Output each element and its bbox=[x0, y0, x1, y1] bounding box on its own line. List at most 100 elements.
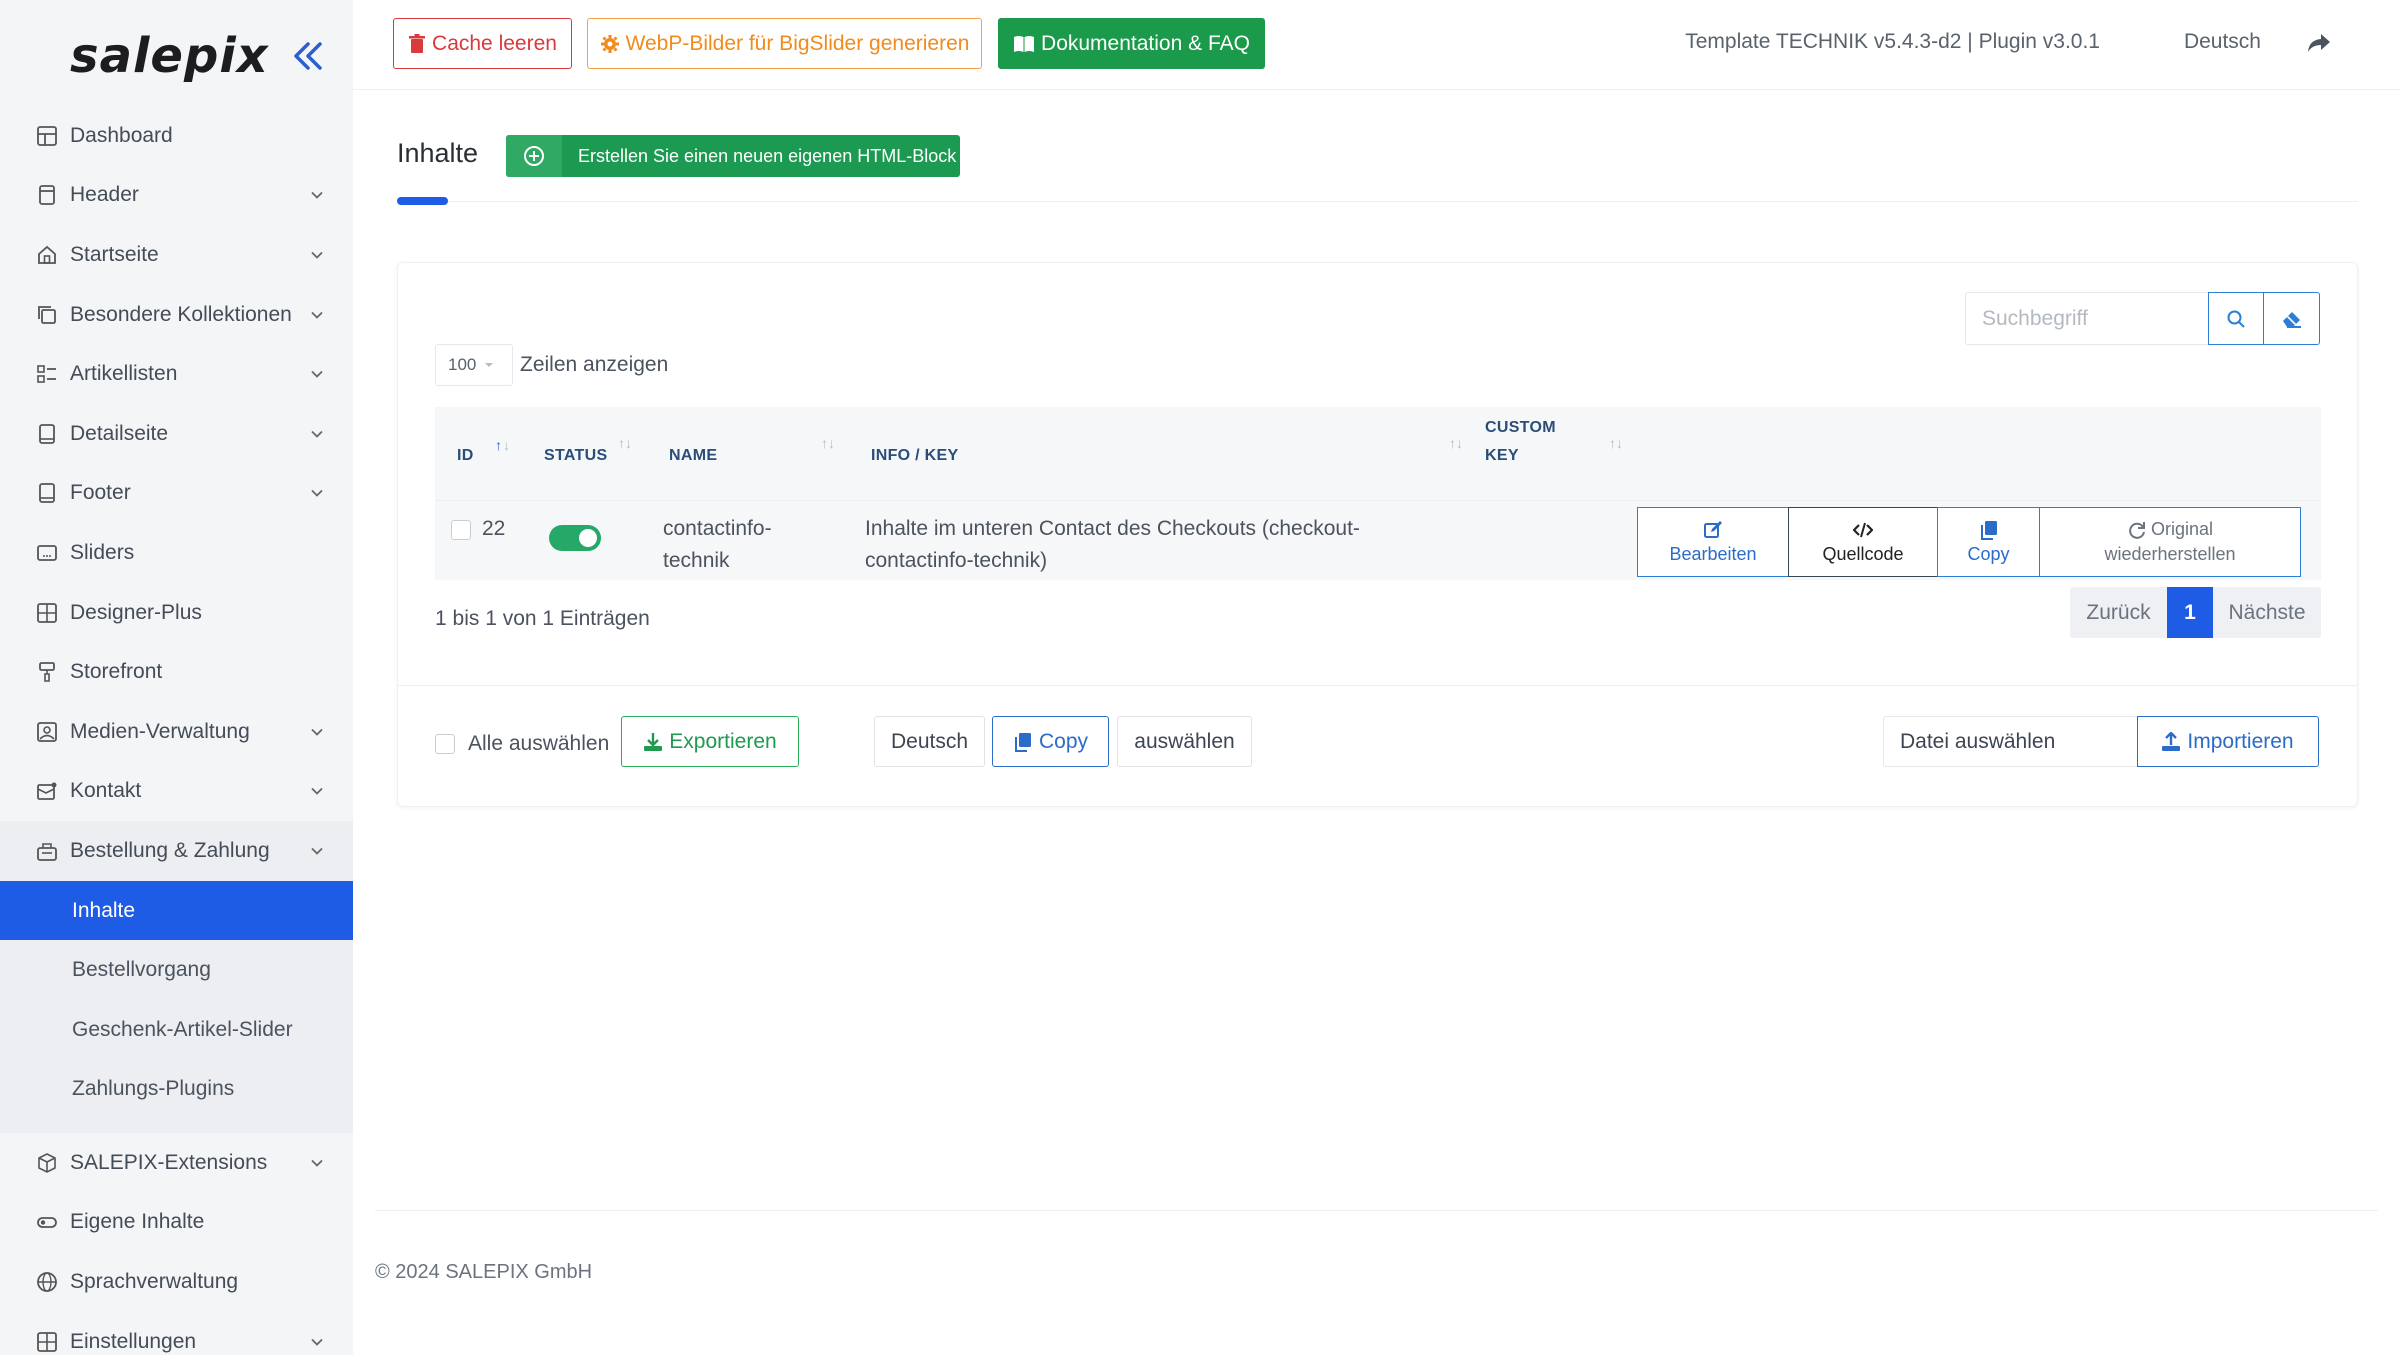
sidebar-item-label: Storefront bbox=[70, 660, 163, 684]
table-header: ID ↑ ↓ STATUS ↑↓ NAME ↑↓ INFO / KEY ↑↓ C… bbox=[435, 407, 2321, 500]
page-length-select[interactable]: 100 bbox=[435, 344, 513, 386]
sidebar-item-eigene-inhalte[interactable]: Eigene Inhalte bbox=[0, 1193, 353, 1253]
copy-icon bbox=[1980, 520, 1997, 540]
page-title: Inhalte bbox=[397, 138, 479, 168]
documentation-button[interactable]: Dokumentation & FAQ bbox=[998, 18, 1265, 69]
search-input[interactable]: Suchbegriff bbox=[1965, 292, 2208, 345]
sidebar-subitem-inhalte[interactable]: Inhalte bbox=[0, 880, 353, 941]
restore-line1-wrap: Original bbox=[2127, 519, 2213, 540]
collapse-sidebar-icon[interactable] bbox=[288, 36, 328, 76]
create-html-block-label: Erstellen Sie einen neuen eigenen HTML-B… bbox=[578, 145, 957, 166]
language-button[interactable]: Deutsch bbox=[874, 716, 985, 767]
sidebar-item-einstellungen[interactable]: Einstellungen bbox=[0, 1312, 353, 1355]
toggle-icon bbox=[36, 1211, 58, 1233]
choose-language-button[interactable]: auswählen bbox=[1117, 716, 1252, 767]
status-toggle[interactable] bbox=[549, 525, 601, 551]
list-icon bbox=[36, 363, 58, 385]
export-button[interactable]: Exportieren bbox=[621, 716, 799, 767]
chevron-down-icon bbox=[311, 490, 323, 498]
upload-icon bbox=[2162, 731, 2181, 751]
footer-divider bbox=[375, 1210, 2378, 1211]
sidebar-item-footer[interactable]: Footer bbox=[0, 464, 353, 524]
edit-button[interactable]: Bearbeiten bbox=[1636, 507, 1790, 577]
code-icon bbox=[1853, 522, 1873, 537]
column-header-custom-key-line1[interactable]: CUSTOM bbox=[1485, 419, 1556, 437]
search-icon bbox=[2227, 310, 2245, 328]
sidebar-item-label: Medien-Verwaltung bbox=[70, 719, 250, 743]
pagination-prev[interactable]: Zurück bbox=[2070, 587, 2167, 638]
pagination-next[interactable]: Nächste bbox=[2213, 587, 2321, 638]
sidebar-subitem-bestellvorgang[interactable]: Bestellvorgang bbox=[0, 940, 353, 1000]
clear-cache-button[interactable]: Cache leeren bbox=[393, 18, 572, 69]
book-icon bbox=[1014, 35, 1035, 52]
import-label: Importieren bbox=[2187, 729, 2294, 753]
sidebar: salepix Dashboard Header Startseite Beso… bbox=[0, 0, 353, 1355]
restore-original-button[interactable]: Original wiederherstellen bbox=[2039, 507, 2301, 577]
file-chooser[interactable]: Datei auswählen bbox=[1883, 716, 2138, 767]
copy-language-button[interactable]: Copy bbox=[992, 716, 1109, 767]
sidebar-subitem-zahlungs-plugins[interactable]: Zahlungs-Plugins bbox=[0, 1060, 353, 1120]
sidebar-item-label: Kontakt bbox=[70, 779, 142, 803]
sidebar-item-label: Sprachverwaltung bbox=[70, 1270, 239, 1294]
select-all-checkbox[interactable] bbox=[435, 734, 455, 754]
grid-icon bbox=[36, 1331, 58, 1353]
row-info-line2: contactinfo-technik) bbox=[865, 549, 1048, 572]
create-html-block-button[interactable]: Erstellen Sie einen neuen eigenen HTML-B… bbox=[506, 135, 960, 177]
sidebar-item-dashboard[interactable]: Dashboard bbox=[0, 106, 353, 166]
restore-label-line1: Original bbox=[2150, 519, 2214, 539]
sidebar-item-label: Dashboard bbox=[70, 123, 173, 147]
chevron-down-icon bbox=[311, 311, 323, 319]
sidebar-item-label: Footer bbox=[70, 481, 131, 505]
mail-icon bbox=[36, 780, 58, 802]
sort-asc-icon: ↑ bbox=[495, 437, 502, 453]
sidebar-item-medien-verwaltung[interactable]: Medien-Verwaltung bbox=[0, 702, 353, 762]
sidebar-item-kontakt[interactable]: Kontakt bbox=[0, 762, 353, 822]
sidebar-item-startseite[interactable]: Startseite bbox=[0, 225, 353, 285]
sidebar-item-label: SALEPIX-Extensions bbox=[70, 1150, 268, 1174]
column-header-name[interactable]: NAME bbox=[669, 447, 717, 465]
sidebar-subitem-geschenk-artikel-slider[interactable]: Geschenk-Artikel-Slider bbox=[0, 1000, 353, 1060]
sidebar-item-label: Designer-Plus bbox=[70, 600, 202, 624]
sidebar-item-bestellung-zahlung[interactable]: Bestellung & Zahlung bbox=[0, 821, 353, 881]
sidebar-item-storefront[interactable]: Storefront bbox=[0, 642, 353, 702]
source-code-button[interactable]: Quellcode bbox=[1788, 507, 1938, 577]
copy-icon bbox=[1014, 732, 1031, 752]
sidebar-item-sliders[interactable]: Sliders bbox=[0, 523, 353, 583]
generate-webp-button[interactable]: WebP-Bilder für BigSlider generieren bbox=[587, 18, 982, 69]
sidebar-item-artikellisten[interactable]: Artikellisten bbox=[0, 344, 353, 404]
box-icon bbox=[36, 1152, 58, 1174]
copy-row-button[interactable]: Copy bbox=[1936, 507, 2041, 577]
eraser-icon bbox=[2282, 311, 2301, 328]
row-actions: Bearbeiten Quellcode Copy Original wiede… bbox=[1636, 507, 2301, 577]
language-switcher[interactable]: Deutsch bbox=[2184, 30, 2261, 54]
template-version: Template TECHNIK v5.4.3-d2 | Plugin v3.0… bbox=[1685, 30, 2100, 53]
sidebar-item-designer-plus[interactable]: Designer-Plus bbox=[0, 583, 353, 643]
share-icon[interactable] bbox=[2306, 30, 2332, 56]
sidebar-item-besondere-kollektionen[interactable]: Besondere Kollektionen bbox=[0, 285, 353, 345]
import-button[interactable]: Importieren bbox=[2136, 716, 2319, 767]
plus-circle-icon bbox=[506, 135, 562, 177]
pagination-page[interactable]: 1 bbox=[2167, 587, 2213, 638]
sidebar-item-detailseite[interactable]: Detailseite bbox=[0, 404, 353, 464]
row-checkbox[interactable] bbox=[451, 520, 471, 540]
sidebar-item-label: Startseite bbox=[70, 242, 159, 266]
paint-roller-icon bbox=[36, 661, 58, 683]
clear-search-button[interactable] bbox=[2264, 292, 2320, 345]
chevron-down-icon bbox=[311, 788, 323, 796]
sidebar-item-header[interactable]: Header bbox=[0, 166, 353, 226]
column-header-status[interactable]: STATUS bbox=[544, 447, 607, 465]
select-all-label[interactable]: Alle auswählen bbox=[468, 732, 609, 756]
sort-desc-icon: ↓ bbox=[503, 437, 510, 453]
column-header-custom-key-line2[interactable]: KEY bbox=[1485, 447, 1519, 465]
brand-logo[interactable]: salepix bbox=[70, 28, 269, 84]
column-header-info[interactable]: INFO / KEY bbox=[871, 447, 958, 465]
sidebar-item-salepix-extensions[interactable]: SALEPIX-Extensions bbox=[0, 1133, 353, 1193]
page-length-value: 100 bbox=[448, 355, 477, 374]
search-group: Suchbegriff bbox=[1965, 292, 2320, 345]
column-header-id[interactable]: ID bbox=[457, 447, 474, 465]
sidebar-item-sprachverwaltung[interactable]: Sprachverwaltung bbox=[0, 1252, 353, 1312]
search-button[interactable] bbox=[2208, 292, 2264, 345]
layout-icon bbox=[36, 125, 58, 147]
sidebar-nav: Dashboard Header Startseite Besondere Ko… bbox=[0, 106, 353, 1355]
chevron-down-icon bbox=[311, 251, 323, 259]
